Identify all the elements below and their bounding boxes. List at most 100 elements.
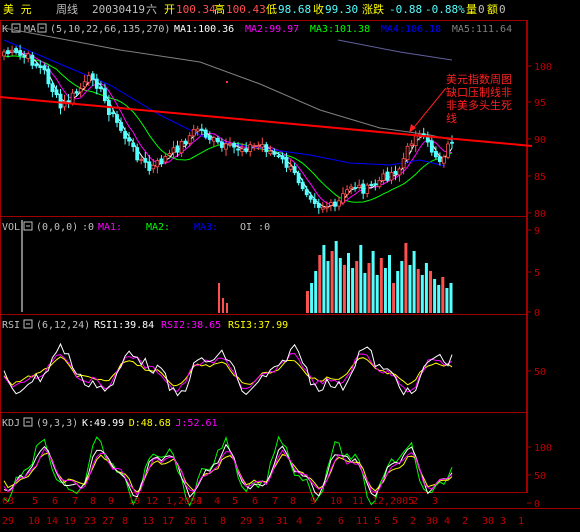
annotation-line-4: 线: [446, 111, 457, 125]
volume-bar: [330, 251, 334, 313]
candle-body: [228, 143, 232, 146]
k-label: K: [2, 24, 8, 35]
x-axis-label: 10: [330, 496, 342, 507]
vol-oi-label: OI :0: [240, 222, 270, 233]
volume-bar: [306, 291, 309, 313]
volume-bar: [226, 303, 228, 313]
candle-body: [437, 156, 442, 163]
candle-body: [78, 88, 83, 93]
x-axis-sublabel: 4: [444, 516, 450, 527]
time-axis: 03 5 6 7 8 9 10 12 1,20043 4 5 6 7 8 9 10 11 12,20052 329 1…: [2, 496, 524, 527]
candle-body: [308, 195, 313, 200]
x-axis-sublabel: 5: [392, 516, 398, 527]
candle-body: [256, 145, 261, 148]
vol-label: VOL: [2, 222, 20, 233]
candle-body: [252, 144, 257, 147]
volume-bar: [441, 277, 445, 313]
candle-body: [103, 88, 107, 102]
candle-body: [219, 141, 224, 148]
x-axis-label: 7: [272, 496, 278, 507]
candle-body: [324, 206, 329, 209]
volume-chart-area[interactable]: 9 5 0: [21, 220, 540, 319]
change-label: 涨跌: [362, 2, 384, 16]
high-value: 100.43: [226, 3, 266, 16]
rsi-tick-label: 50: [534, 367, 546, 378]
candle-body: [276, 155, 281, 158]
x-axis-sublabel: 11: [356, 516, 368, 527]
x-axis-label: 6: [52, 496, 58, 507]
x-axis-sublabel: 2: [316, 516, 322, 527]
volume-bar: [388, 255, 391, 313]
candle-body: [393, 170, 398, 175]
x-axis-label: 5: [232, 496, 238, 507]
candle-body: [328, 202, 333, 206]
candle-body: [236, 148, 241, 151]
kdj-chart-area[interactable]: 100 50 0: [3, 435, 552, 510]
price-tick-label: 80: [534, 209, 546, 220]
candle-body: [30, 54, 35, 66]
annotation-line-1: 美元指数周图: [446, 72, 512, 86]
candle-body: [300, 181, 305, 189]
kdj-label: KDJ: [2, 418, 20, 429]
candle-body: [260, 143, 265, 148]
candle-body: [284, 156, 289, 168]
candle-body: [373, 183, 378, 186]
vol-ma2-label: MA2:: [146, 222, 170, 233]
volume-bar: [347, 253, 350, 313]
low-value: 98.68: [278, 3, 311, 16]
candle-body: [397, 168, 402, 176]
candle-body: [316, 202, 321, 208]
rsi-chart-area[interactable]: 50: [3, 342, 546, 397]
close-label: 收: [313, 2, 324, 16]
candle-body: [450, 141, 454, 144]
kdj-params: (9,3,3): [36, 418, 78, 429]
volume-bar: [445, 288, 449, 313]
volume-bar: [314, 271, 318, 313]
candle-body: [135, 147, 140, 161]
x-axis-sublabel: 13: [142, 516, 154, 527]
candle-body: [264, 144, 269, 153]
x-axis-sublabel: 2: [410, 516, 416, 527]
candle-body: [42, 65, 47, 71]
candle-body: [183, 140, 188, 145]
x-axis-sublabel: 14: [46, 516, 58, 527]
chart-window: 美 元 周线 20030419 六 开 100.34 高 100.43 低 98…: [0, 0, 580, 529]
volume-bar: [218, 283, 220, 313]
change-value: -0.88: [389, 3, 422, 16]
volume-bar: [342, 265, 346, 313]
ma-legend-ma3: MA3:101.38: [310, 24, 370, 35]
open-label: 开: [164, 3, 175, 16]
volume-bar: [222, 298, 224, 313]
candle-body: [22, 55, 27, 58]
candle-body: [159, 158, 164, 165]
candle-body: [401, 158, 406, 169]
price-axis: 100 95 90 85 80: [527, 62, 552, 220]
volume-bar: [396, 271, 400, 313]
x-axis-label: 12,2005: [372, 496, 414, 507]
candle-body: [14, 48, 19, 53]
candle-body: [54, 89, 59, 96]
candle-body: [361, 183, 366, 194]
chart-canvas[interactable]: 美 元 周线 20030419 六 开 100.34 高 100.43 低 98…: [0, 0, 580, 529]
candle-body: [18, 50, 23, 56]
rsi-params: (6,12,24): [36, 320, 90, 331]
volume-bar: [375, 275, 379, 313]
volume-tick-label: 5: [534, 268, 540, 279]
low-label: 低: [266, 3, 277, 16]
candle-body: [232, 142, 237, 148]
candle-body: [195, 128, 200, 132]
candle-body: [2, 51, 6, 57]
price-tick-label: 90: [534, 135, 546, 146]
candle-body: [163, 156, 168, 163]
x-axis-label: 2: [412, 496, 418, 507]
ma-legend-ma1: MA1:100.36: [174, 24, 234, 35]
ma-params: (5,10,22,66,135,270): [50, 24, 170, 35]
candle-body: [405, 145, 410, 161]
candle-body: [74, 91, 79, 94]
close-value: 99.30: [325, 3, 358, 16]
candle-body: [369, 183, 374, 187]
kdj-tick-label: 100: [534, 443, 552, 454]
volume-bar: [449, 283, 453, 313]
volume-bar: [429, 271, 432, 313]
open-value: 100.34: [176, 3, 216, 16]
